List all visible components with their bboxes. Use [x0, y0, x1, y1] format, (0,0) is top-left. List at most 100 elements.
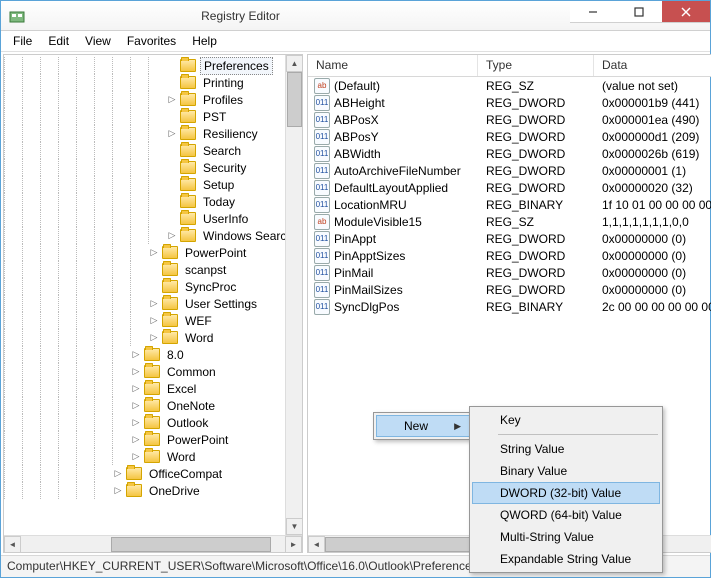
maximize-button[interactable]	[616, 1, 662, 23]
tree-item[interactable]: ▷Word	[4, 448, 285, 465]
tree-item[interactable]: PST	[4, 108, 285, 125]
tree-item[interactable]: SyncProc	[4, 278, 285, 295]
column-header-name[interactable]: Name	[308, 55, 478, 76]
list-row[interactable]: abModuleVisible15REG_SZ1,1,1,1,1,1,1,0,0	[308, 213, 711, 230]
context-item[interactable]: Binary Value	[472, 460, 660, 482]
scroll-left-icon[interactable]: ◄	[4, 536, 21, 553]
tree-item[interactable]: ▷Excel	[4, 380, 285, 397]
list-row[interactable]: 011ABPosXREG_DWORD0x000001ea (490)	[308, 111, 711, 128]
context-new[interactable]: New ▶	[376, 415, 470, 437]
values-list[interactable]: ab(Default)REG_SZ(value not set)011ABHei…	[308, 77, 711, 315]
list-row[interactable]: 011PinApptSizesREG_DWORD0x00000000 (0)	[308, 247, 711, 264]
tree-expander-icon[interactable]: ▷	[130, 434, 142, 446]
tree-item[interactable]: Setup	[4, 176, 285, 193]
tree-item[interactable]: Today	[4, 193, 285, 210]
tree-item[interactable]: ▷PowerPoint	[4, 431, 285, 448]
list-row[interactable]: 011LocationMRUREG_BINARY1f 10 01 00 00 0…	[308, 196, 711, 213]
tree-expander-icon[interactable]: ▷	[112, 485, 124, 497]
list-row[interactable]: 011AutoArchiveFileNumberREG_DWORD0x00000…	[308, 162, 711, 179]
tree-item[interactable]: ▷Common	[4, 363, 285, 380]
menu-file[interactable]: File	[5, 32, 40, 50]
list-row[interactable]: 011SyncDlgPosREG_BINARY2c 00 00 00 00 00…	[308, 298, 711, 315]
tree-expander-icon[interactable]: ▷	[148, 298, 160, 310]
context-submenu-new[interactable]: Key String ValueBinary ValueDWORD (32-bit…	[469, 406, 663, 573]
tree-item[interactable]: scanpst	[4, 261, 285, 278]
tree-expander-icon[interactable]: ▷	[166, 94, 178, 106]
folder-icon	[162, 246, 178, 259]
scroll-thumb[interactable]	[287, 72, 302, 127]
scroll-right-icon[interactable]: ►	[285, 536, 302, 553]
binary-value-icon: 011	[314, 299, 330, 315]
tree-item[interactable]: UserInfo	[4, 210, 285, 227]
tree-item-label: WEF	[182, 313, 215, 329]
tree-item[interactable]: Security	[4, 159, 285, 176]
context-item[interactable]: Key	[472, 409, 660, 431]
list-row[interactable]: ab(Default)REG_SZ(value not set)	[308, 77, 711, 94]
list-row[interactable]: 011ABHeightREG_DWORD0x000001b9 (441)	[308, 94, 711, 111]
tree-expander-icon[interactable]: ▷	[148, 247, 160, 259]
value-name: ABPosX	[334, 113, 379, 127]
tree-item[interactable]: ▷PowerPoint	[4, 244, 285, 261]
key-tree[interactable]: PreferencesPrinting▷ProfilesPST▷Resilien…	[4, 55, 285, 535]
tree-expander-icon[interactable]: ▷	[112, 468, 124, 480]
tree-item[interactable]: ▷OfficeCompat	[4, 465, 285, 482]
tree-horizontal-scrollbar[interactable]: ◄ ►	[4, 535, 302, 552]
tree-item[interactable]: ▷Outlook	[4, 414, 285, 431]
scroll-left-icon[interactable]: ◄	[308, 536, 325, 553]
menu-edit[interactable]: Edit	[40, 32, 77, 50]
tree-expander-icon[interactable]: ▷	[130, 400, 142, 412]
scroll-up-icon[interactable]: ▲	[286, 55, 303, 72]
column-header-type[interactable]: Type	[478, 55, 594, 76]
tree-item[interactable]: ▷Word	[4, 329, 285, 346]
menu-favorites[interactable]: Favorites	[119, 32, 184, 50]
tree-item[interactable]: ▷8.0	[4, 346, 285, 363]
minimize-button[interactable]	[570, 1, 616, 23]
context-menu[interactable]: New ▶	[373, 412, 473, 440]
scroll-down-icon[interactable]: ▼	[286, 518, 303, 535]
tree-item[interactable]: ▷User Settings	[4, 295, 285, 312]
tree-expander-icon[interactable]: ▷	[130, 451, 142, 463]
context-item[interactable]: Expandable String Value	[472, 548, 660, 570]
value-data: 0x00000000 (0)	[594, 232, 711, 246]
tree-expander-icon[interactable]: ▷	[130, 366, 142, 378]
tree-expander-icon[interactable]: ▷	[130, 417, 142, 429]
tree-expander-icon[interactable]: ▷	[148, 315, 160, 327]
context-item[interactable]: Multi-String Value	[472, 526, 660, 548]
context-item[interactable]: QWORD (64-bit) Value	[472, 504, 660, 526]
folder-icon	[180, 212, 196, 225]
tree-item[interactable]: Printing	[4, 74, 285, 91]
list-row[interactable]: 011ABPosYREG_DWORD0x000000d1 (209)	[308, 128, 711, 145]
binary-value-icon: 011	[314, 129, 330, 145]
menu-help[interactable]: Help	[184, 32, 225, 50]
tree-expander-icon[interactable]: ▷	[166, 128, 178, 140]
list-row[interactable]: 011PinMailSizesREG_DWORD0x00000000 (0)	[308, 281, 711, 298]
tree-item[interactable]: ▷Windows Search	[4, 227, 285, 244]
binary-value-icon: 011	[314, 282, 330, 298]
tree-expander-icon[interactable]: ▷	[130, 383, 142, 395]
list-row[interactable]: 011DefaultLayoutAppliedREG_DWORD0x000000…	[308, 179, 711, 196]
tree-item[interactable]: ▷Resiliency	[4, 125, 285, 142]
tree-vertical-scrollbar[interactable]: ▲ ▼	[285, 55, 302, 535]
tree-expander-icon[interactable]: ▷	[148, 332, 160, 344]
menu-view[interactable]: View	[77, 32, 119, 50]
tree-item[interactable]: ▷OneNote	[4, 397, 285, 414]
column-header-data[interactable]: Data	[594, 55, 711, 76]
tree-item[interactable]: Search	[4, 142, 285, 159]
value-data: 2c 00 00 00 00 00 00 00	[594, 300, 711, 314]
tree-item[interactable]: Preferences	[4, 57, 285, 74]
context-item[interactable]: DWORD (32-bit) Value	[472, 482, 660, 504]
tree-expander-icon[interactable]: ▷	[166, 230, 178, 242]
tree-expander-icon[interactable]: ▷	[130, 349, 142, 361]
status-path: Computer\HKEY_CURRENT_USER\Software\Micr…	[7, 559, 478, 573]
tree-item[interactable]: ▷Profiles	[4, 91, 285, 108]
close-button[interactable]	[662, 1, 710, 23]
scroll-thumb[interactable]	[111, 537, 271, 552]
list-row[interactable]: 011PinApptREG_DWORD0x00000000 (0)	[308, 230, 711, 247]
value-data: 0x0000026b (619)	[594, 147, 711, 161]
tree-item[interactable]: ▷ WEF	[4, 312, 285, 329]
list-row[interactable]: 011PinMailREG_DWORD0x00000000 (0)	[308, 264, 711, 281]
submenu-arrow-icon: ▶	[454, 421, 461, 432]
tree-item[interactable]: ▷OneDrive	[4, 482, 285, 499]
list-row[interactable]: 011ABWidthREG_DWORD0x0000026b (619)	[308, 145, 711, 162]
context-item[interactable]: String Value	[472, 438, 660, 460]
